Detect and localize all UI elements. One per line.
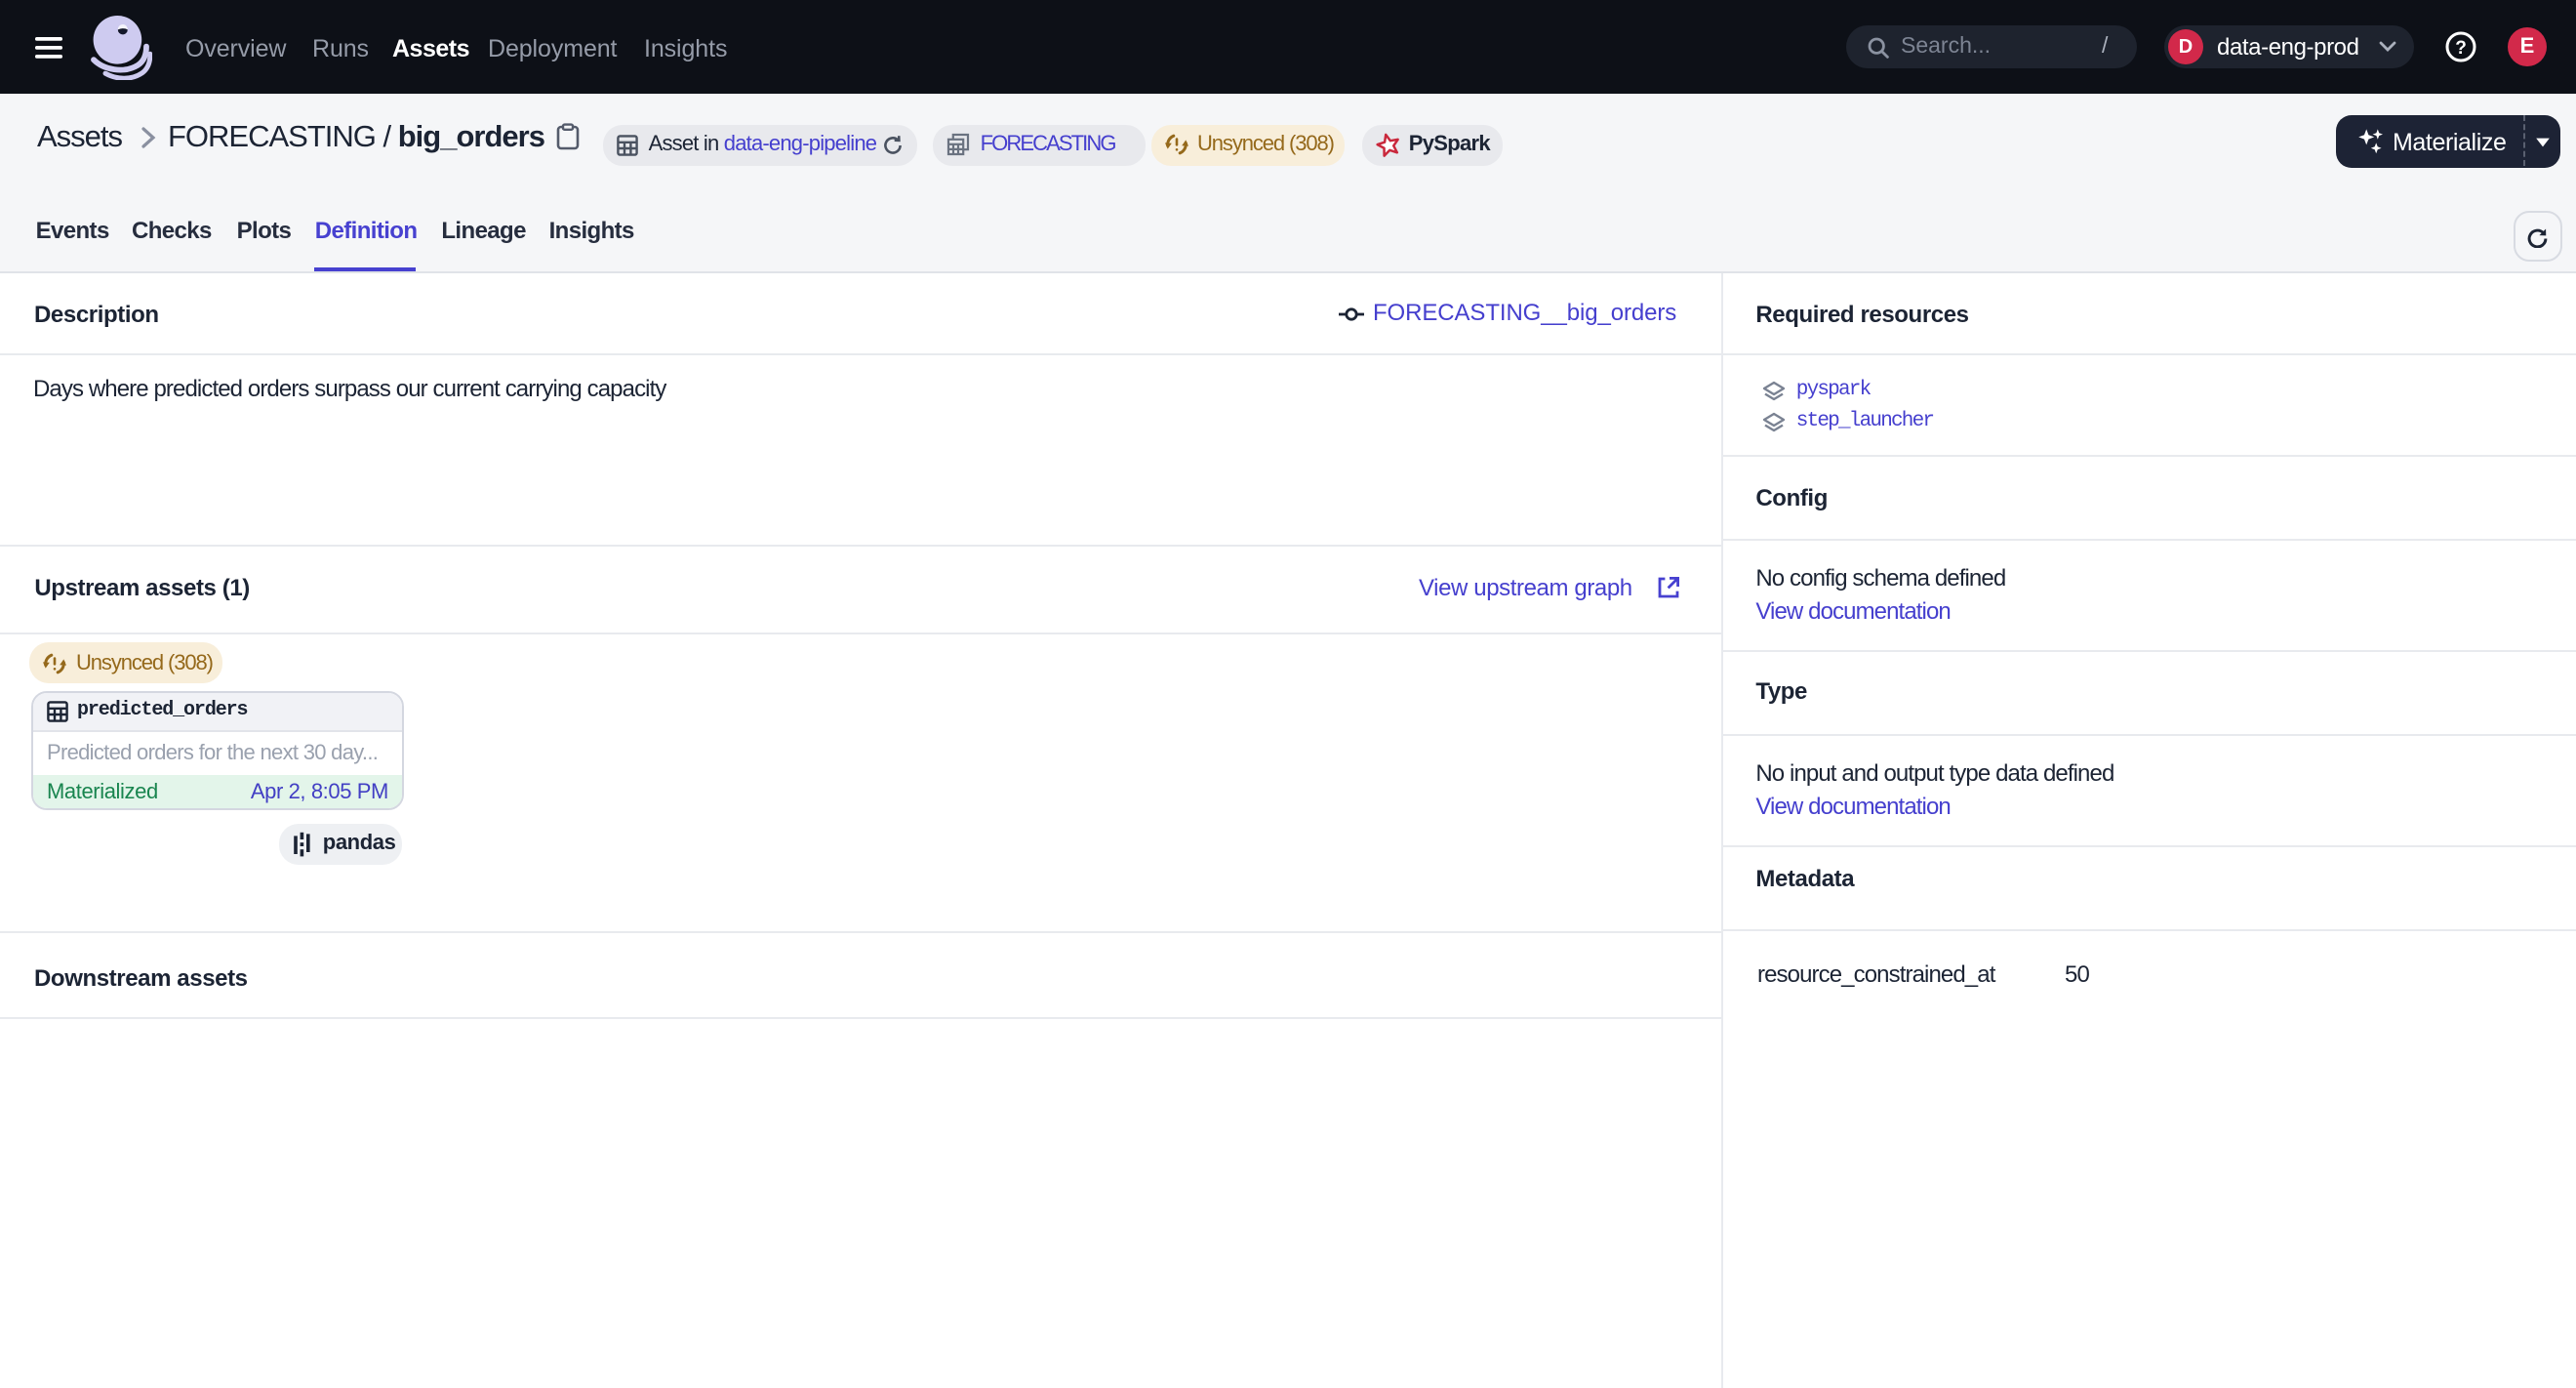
svg-text:?: ? bbox=[2455, 38, 2467, 59]
